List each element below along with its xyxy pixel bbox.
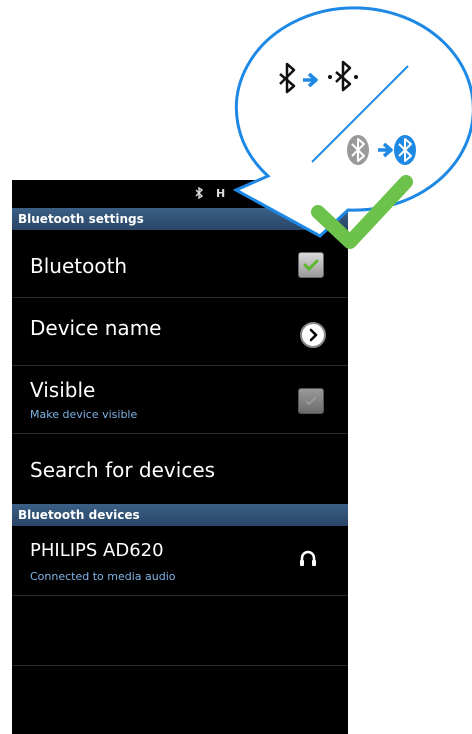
headphones-icon bbox=[300, 550, 316, 566]
bluetooth-icon bbox=[279, 62, 296, 94]
bluetooth-status-icon bbox=[195, 186, 204, 200]
divider-line bbox=[311, 65, 409, 163]
bluetooth-grey-icon bbox=[347, 135, 369, 165]
bluetooth-toggle-row[interactable]: Bluetooth bbox=[12, 230, 348, 298]
device-row-philips[interactable]: PHILIPS AD620 Connected to media audio bbox=[12, 526, 348, 596]
device-status: Connected to media audio bbox=[30, 570, 176, 583]
search-devices-row[interactable]: Search for devices bbox=[12, 434, 348, 502]
visible-subtitle: Make device visible bbox=[30, 408, 138, 421]
phone-screen: H Bluetooth settings Bluetooth Device na… bbox=[12, 180, 348, 734]
device-name: PHILIPS AD620 bbox=[30, 540, 164, 561]
network-h-icon: H bbox=[216, 187, 225, 200]
bluetooth-checkbox[interactable] bbox=[298, 252, 324, 278]
device-name-label: Device name bbox=[30, 316, 162, 340]
bluetooth-devices-header: Bluetooth devices bbox=[12, 504, 348, 526]
svg-text:H: H bbox=[216, 187, 225, 200]
bluetooth-searching-icon bbox=[328, 60, 358, 92]
device-name-row[interactable]: Device name bbox=[12, 298, 348, 366]
chevron-right-icon[interactable] bbox=[300, 322, 326, 348]
bluetooth-blue-icon bbox=[394, 135, 416, 165]
checkmark-disabled-icon bbox=[305, 396, 317, 406]
battery-icon bbox=[270, 189, 280, 198]
empty-list-row bbox=[12, 596, 348, 666]
visible-checkbox[interactable] bbox=[298, 388, 324, 414]
status-bar: H bbox=[12, 180, 348, 208]
arrow-right-icon bbox=[303, 72, 318, 88]
checkmark-small-icon bbox=[303, 259, 319, 272]
visible-label: Visible bbox=[30, 378, 96, 402]
arrow-right-icon-2 bbox=[378, 142, 393, 158]
bluetooth-settings-header: Bluetooth settings bbox=[12, 208, 348, 230]
search-devices-label: Search for devices bbox=[30, 458, 216, 482]
visible-row[interactable]: Visible Make device visible bbox=[12, 366, 348, 434]
bluetooth-label: Bluetooth bbox=[30, 254, 128, 278]
